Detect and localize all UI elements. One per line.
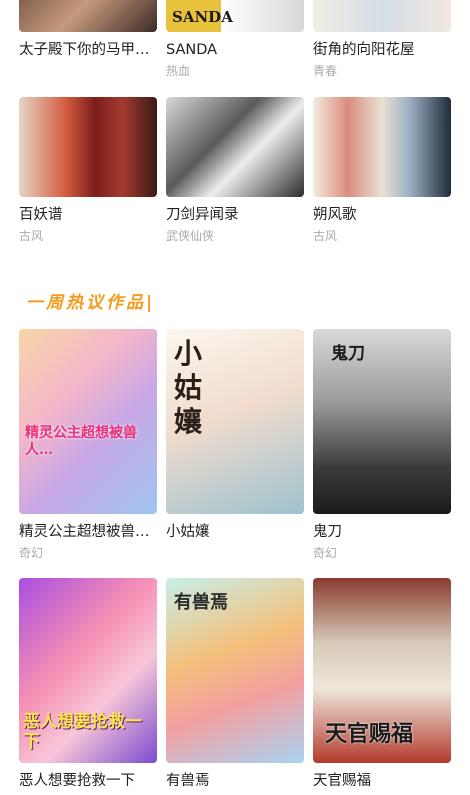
cover-image[interactable] [313, 97, 451, 197]
comic-card[interactable]: 街角的向阳花屋 青春 [313, 0, 451, 79]
cover-title-text: SANDA [172, 8, 233, 26]
cover-image[interactable] [313, 0, 451, 32]
comic-tag: 武侠仙侠 [166, 229, 215, 243]
cover-image[interactable]: 精灵公主超想被兽人… [19, 329, 157, 514]
cover-image[interactable]: 天官赐福 [313, 578, 451, 763]
cover-image[interactable] [166, 97, 304, 197]
comic-card[interactable]: 鬼刀 鬼刀 奇幻 [313, 329, 451, 561]
comic-title: 恶人想要抢救一下 [19, 773, 135, 789]
cover-image[interactable] [19, 97, 157, 197]
comic-title: 百妖谱 [19, 207, 63, 223]
comic-tag: 古风 [313, 229, 338, 243]
comic-title: 有兽焉 [166, 773, 210, 789]
comic-title: 精灵公主超想被兽… [19, 524, 150, 540]
comic-card[interactable]: 太子殿下你的马甲… [19, 0, 157, 64]
cover-image[interactable]: SANDA [166, 0, 304, 32]
comic-title: SANDA [166, 42, 218, 58]
comic-tag: 奇幻 [19, 546, 44, 560]
cover-image[interactable] [19, 0, 157, 32]
comic-card[interactable]: 恶人想要抢救一下 恶人想要抢救一下 [19, 578, 157, 795]
cover-title-text: 恶人想要抢救一下 [23, 712, 142, 752]
comic-card[interactable]: 有兽焉 有兽焉 [166, 578, 304, 795]
cover-title-text: 天官赐福 [325, 721, 414, 747]
comic-card[interactable]: 朔风歌 古风 [313, 97, 451, 244]
cover-image[interactable]: 小姑孃 [166, 329, 304, 514]
comic-card[interactable]: 小姑孃 小姑孃 [166, 329, 304, 546]
comic-title: 朔风歌 [313, 207, 357, 223]
comic-title: 天官赐福 [313, 773, 371, 789]
comic-tag: 热血 [166, 64, 191, 78]
cover-title-text: 有兽焉 [174, 592, 228, 613]
comic-card[interactable]: SANDA SANDA 热血 [166, 0, 304, 79]
comic-title: 小姑孃 [166, 524, 210, 540]
comic-title: 街角的向阳花屋 [313, 42, 415, 58]
cover-title-text: 鬼刀 [331, 344, 365, 364]
comic-tag: 古风 [19, 229, 44, 243]
comic-card[interactable]: 精灵公主超想被兽人… 精灵公主超想被兽… 奇幻 [19, 329, 157, 561]
cover-image[interactable]: 鬼刀 [313, 329, 451, 514]
cover-image[interactable]: 有兽焉 [166, 578, 304, 763]
comic-title: 太子殿下你的马甲… [19, 42, 150, 58]
comic-title: 刀剑异闻录 [166, 207, 239, 223]
cover-title-text: 小姑孃 [174, 337, 203, 438]
comic-tag: 奇幻 [313, 546, 338, 560]
cover-image[interactable]: 恶人想要抢救一下 [19, 578, 157, 763]
comic-card[interactable]: 百妖谱 古风 [19, 97, 157, 244]
comic-card[interactable]: 天官赐福 天官赐福 [313, 578, 451, 795]
comic-card[interactable]: 刀剑异闻录 武侠仙侠 [166, 97, 304, 244]
comic-title: 鬼刀 [313, 524, 342, 540]
cover-title-text: 精灵公主超想被兽人… [25, 425, 137, 458]
comic-tag: 青春 [313, 64, 338, 78]
section-title: 一周热议作品| [26, 293, 156, 313]
